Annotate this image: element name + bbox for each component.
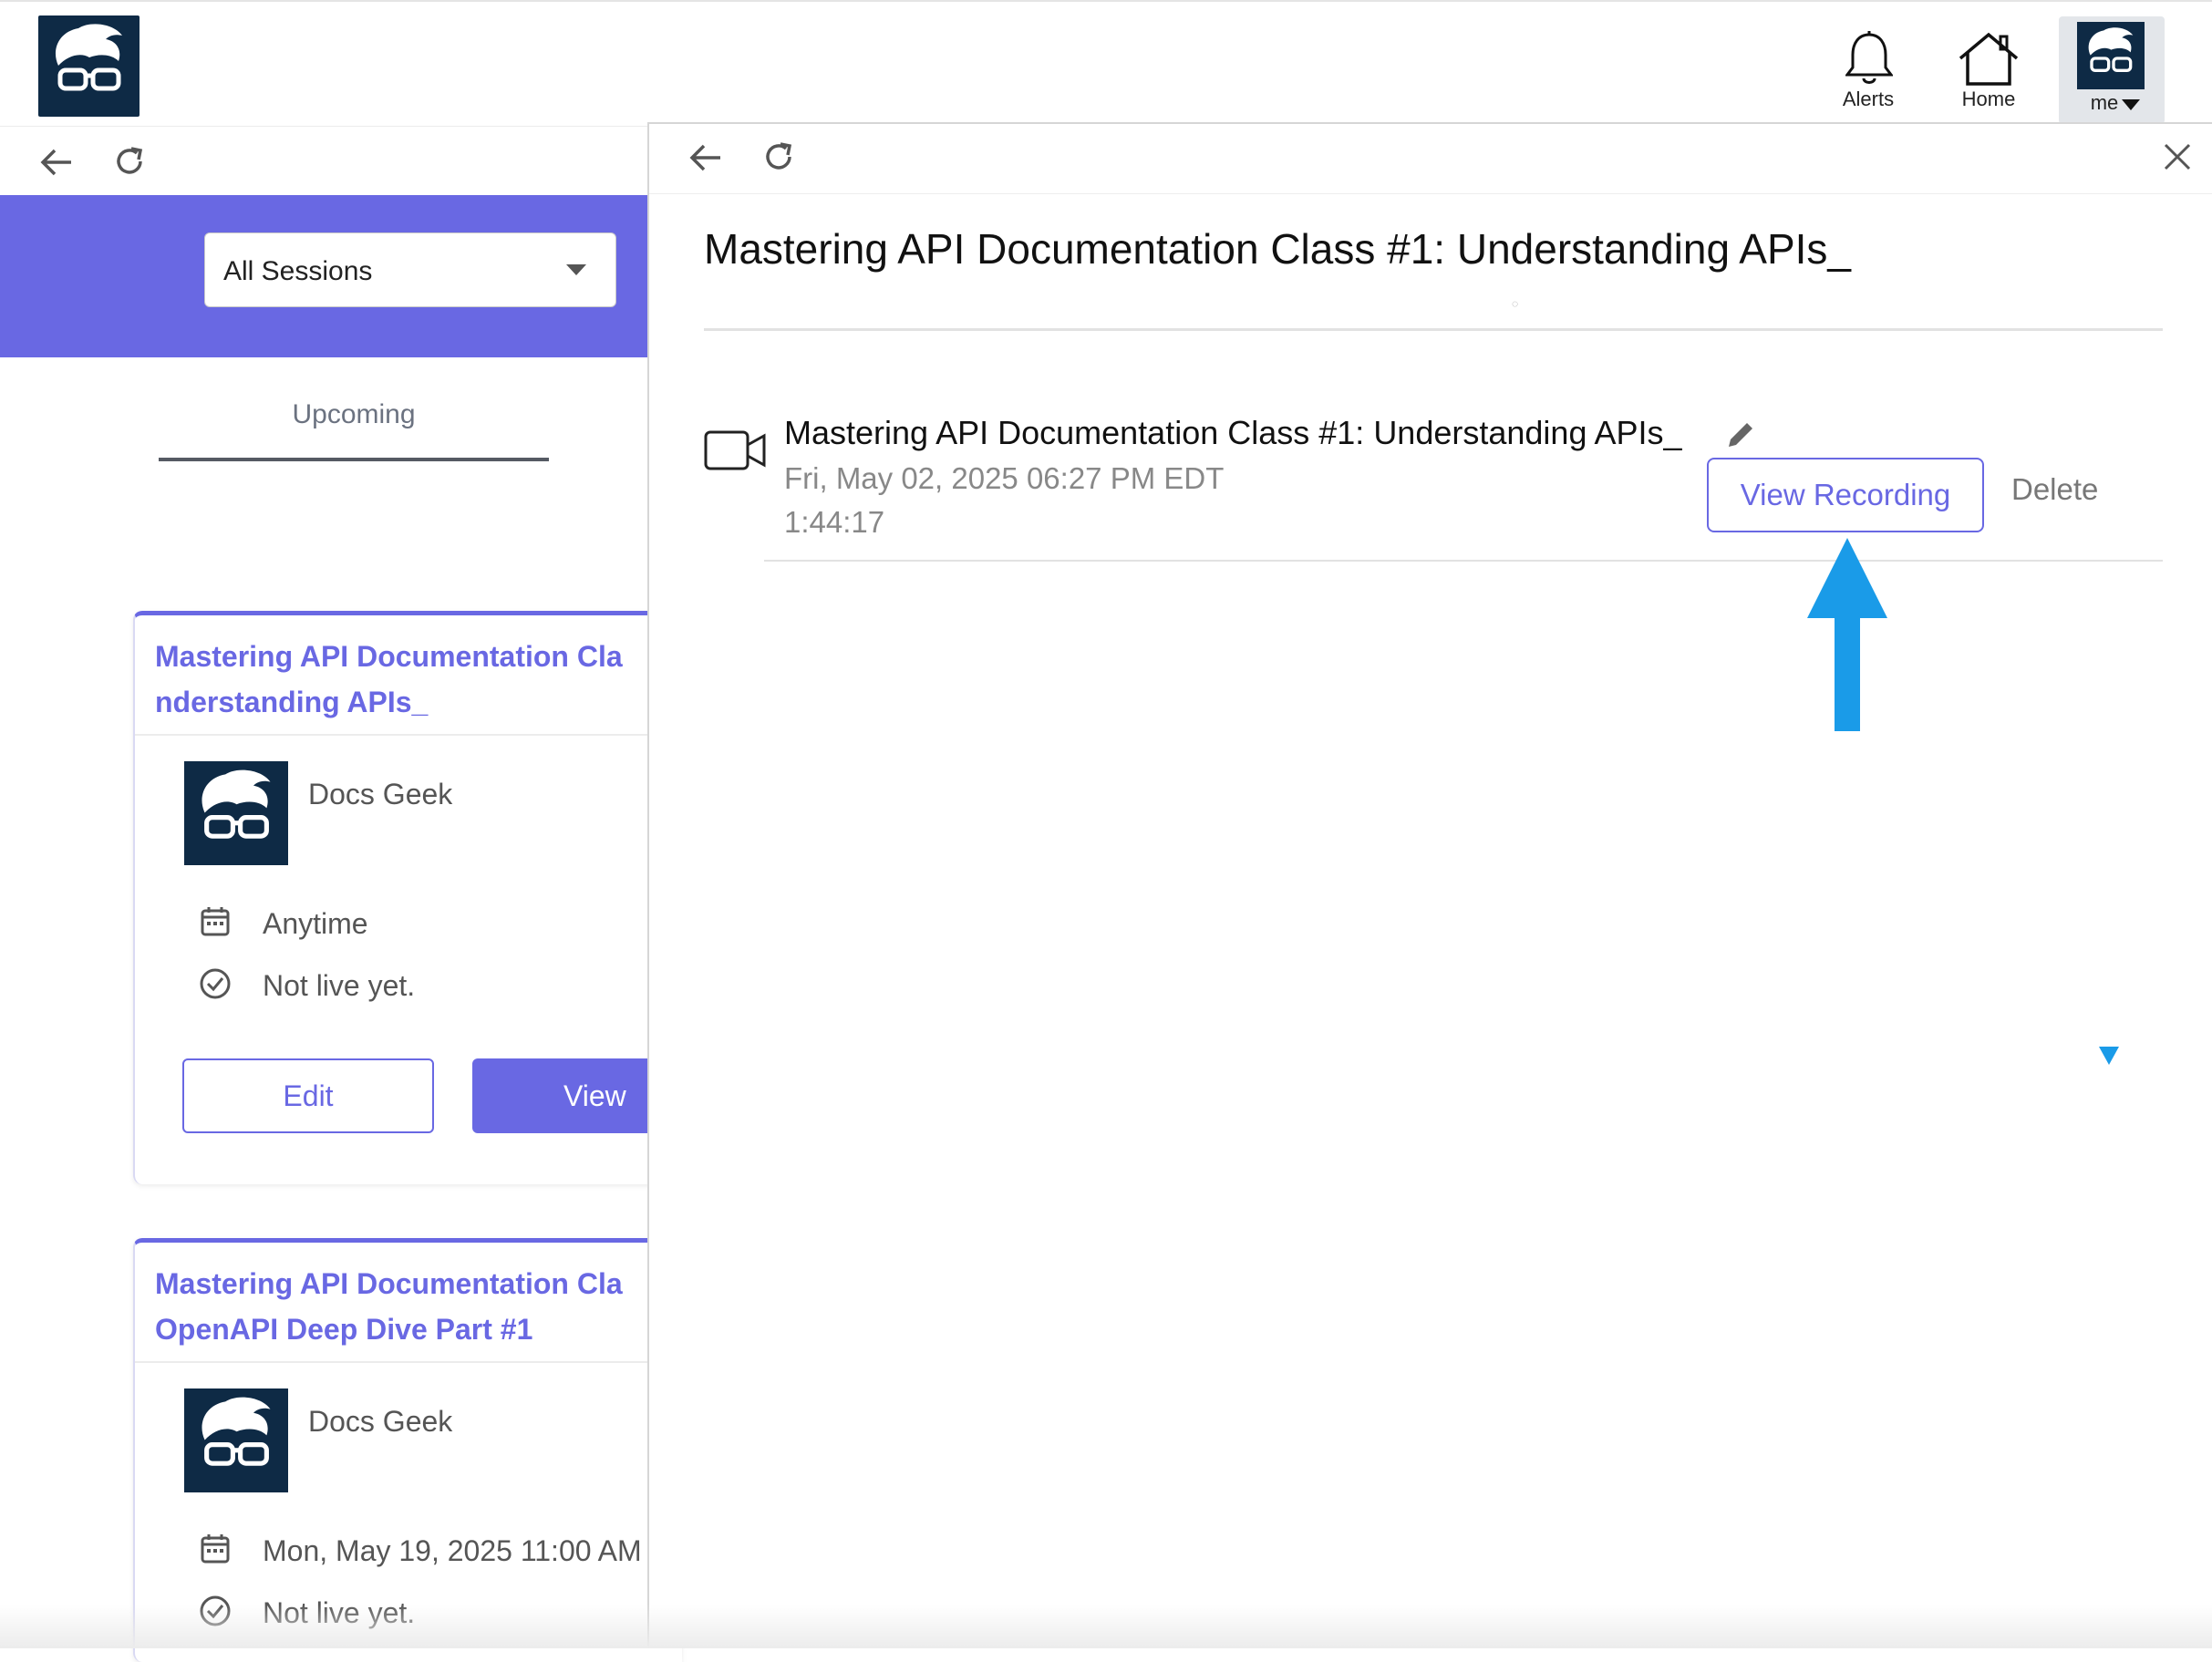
host-name: Docs Geek <box>308 1405 453 1438</box>
recording-duration: 1:44:17 <box>784 505 885 539</box>
session-card: Mastering API Documentation Cla nderstan… <box>133 611 682 1184</box>
refresh-icon[interactable] <box>762 140 795 173</box>
card-divider <box>135 734 682 736</box>
session-title-line2: nderstanding APIs_ <box>155 686 429 718</box>
session-title-line2: OpenAPI Deep Dive Part #1 <box>155 1313 533 1346</box>
alerts-label: Alerts <box>1842 88 1895 110</box>
refresh-icon[interactable] <box>113 145 146 178</box>
title-divider <box>704 328 2163 331</box>
session-card: Mastering API Documentation Cla OpenAPI … <box>133 1238 682 1662</box>
host-avatar <box>184 1388 288 1492</box>
annotation-up-arrow-icon <box>1807 538 1887 731</box>
recording-detail-panel: Mastering API Documentation Class #1: Un… <box>647 122 2212 1648</box>
user-menu-button[interactable]: me <box>2059 16 2165 124</box>
session-title-line1: Mastering API Documentation Cla <box>155 1267 623 1300</box>
alerts-button[interactable]: Alerts <box>1818 27 1918 119</box>
docs-geek-logo[interactable] <box>38 15 140 117</box>
annotation-triangle-icon <box>2099 1047 2119 1065</box>
pencil-edit-icon[interactable] <box>1725 419 1756 450</box>
home-button[interactable]: Home <box>1938 27 2039 119</box>
session-status: Not live yet. <box>263 1596 416 1629</box>
close-icon[interactable] <box>2163 142 2192 171</box>
edit-button[interactable]: Edit <box>182 1058 434 1133</box>
session-card-title[interactable]: Mastering API Documentation Cla nderstan… <box>155 634 682 725</box>
host-name: Docs Geek <box>308 778 453 810</box>
chevron-down-icon <box>566 264 586 275</box>
back-arrow-icon[interactable] <box>689 142 722 173</box>
left-nav-bar <box>0 126 647 196</box>
delete-button[interactable]: Delete <box>2011 472 2098 507</box>
calendar-icon <box>201 1534 230 1564</box>
recording-title: Mastering API Documentation Class #1: Un… <box>784 414 1682 451</box>
tab-upcoming[interactable]: Upcoming <box>159 392 549 461</box>
session-when: Mon, May 19, 2025 11:00 AM <box>263 1534 642 1567</box>
session-filter-value: All Sessions <box>223 256 373 286</box>
recording-date: Fri, May 02, 2025 06:27 PM EDT <box>784 461 1225 495</box>
calendar-icon <box>201 907 230 936</box>
session-card-title[interactable]: Mastering API Documentation Cla OpenAPI … <box>155 1261 682 1352</box>
caret-down-icon <box>2122 99 2140 110</box>
view-recording-button[interactable]: View Recording <box>1707 458 1984 532</box>
user-avatar <box>2077 22 2145 89</box>
tab-upcoming-label: Upcoming <box>292 399 416 429</box>
panel-nav-bar <box>649 124 2212 194</box>
session-filter-select[interactable]: All Sessions <box>204 232 616 307</box>
panel-title: Mastering API Documentation Class #1: Un… <box>704 225 1852 273</box>
back-arrow-icon[interactable] <box>40 147 73 178</box>
session-status: Not live yet. <box>263 969 416 1002</box>
host-avatar <box>184 761 288 865</box>
home-label: Home <box>1961 88 2016 110</box>
loading-indicator-icon: ◌ <box>1512 297 1519 310</box>
check-circle-icon <box>200 1595 231 1626</box>
recording-row-divider <box>764 560 2163 562</box>
check-circle-icon <box>200 968 231 999</box>
house-icon <box>1959 32 2019 86</box>
bell-icon <box>1845 31 1893 84</box>
video-camera-icon <box>704 430 766 470</box>
session-when: Anytime <box>263 907 368 940</box>
card-divider <box>135 1361 682 1363</box>
session-title-line1: Mastering API Documentation Cla <box>155 640 623 673</box>
top-header: Alerts Home me <box>0 0 2212 124</box>
